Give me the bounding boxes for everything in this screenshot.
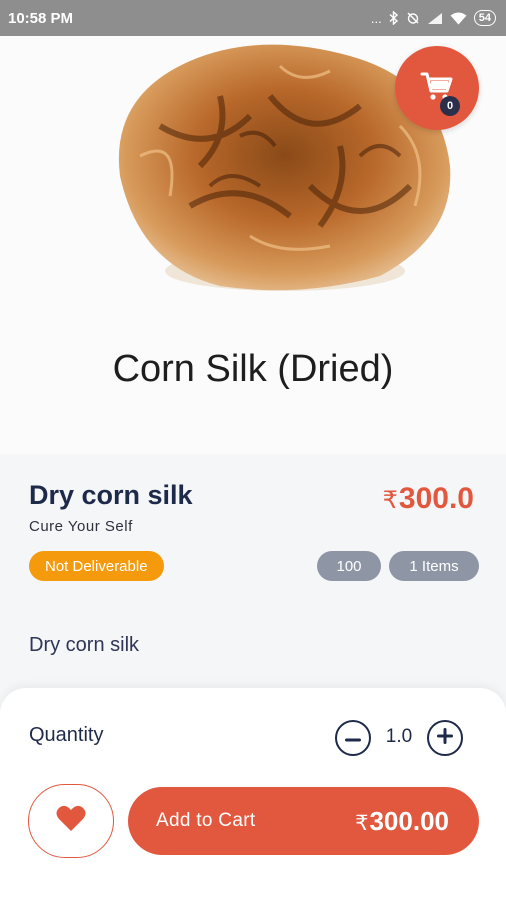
- items-badge: 1 Items: [389, 551, 479, 581]
- bluetooth-icon: [389, 11, 399, 25]
- status-bar: 10:58 PM ... 54: [0, 0, 506, 36]
- order-sheet: Quantity 1.0 Add to Cart ₹300.00: [0, 688, 506, 900]
- add-to-cart-label: Add to Cart: [156, 810, 256, 831]
- product-name: Dry corn silk: [29, 480, 193, 510]
- product-description: Dry corn silk: [29, 634, 140, 656]
- wifi-icon: [450, 12, 467, 25]
- add-to-cart-total: ₹300.00: [355, 806, 449, 837]
- cart-count-badge: 0: [440, 96, 460, 116]
- product-price: ₹300.0: [383, 482, 474, 516]
- status-more-dots: ...: [370, 10, 382, 26]
- minus-icon: [345, 729, 361, 747]
- favorite-button[interactable]: [28, 784, 114, 858]
- quantity-increase-button[interactable]: [427, 720, 463, 756]
- status-time: 10:58 PM: [8, 9, 74, 27]
- heart-icon: [56, 805, 86, 837]
- status-icons: ... 54: [371, 10, 496, 26]
- cart-button[interactable]: 0: [395, 46, 479, 130]
- seller-name: Cure Your Self: [29, 518, 133, 535]
- total-value: 300.00: [369, 805, 449, 836]
- quantity-value: 1.0: [385, 726, 413, 747]
- price-currency: ₹: [382, 487, 398, 514]
- plus-icon: [437, 727, 453, 749]
- product-hero: 0 Corn Silk (Dried): [0, 36, 506, 454]
- total-currency: ₹: [355, 811, 369, 835]
- hero-title: Corn Silk (Dried): [112, 348, 394, 390]
- quantity-decrease-button[interactable]: [335, 720, 371, 756]
- alarm-off-icon: [406, 11, 420, 25]
- price-value: 300.0: [398, 482, 474, 515]
- quantity-label: Quantity: [29, 724, 104, 746]
- delivery-status-badge: Not Deliverable: [29, 551, 164, 581]
- stock-badge: 100: [317, 551, 381, 581]
- battery-indicator: 54: [473, 10, 496, 26]
- add-to-cart-button[interactable]: Add to Cart ₹300.00: [128, 787, 479, 855]
- signal-icon: [427, 12, 443, 25]
